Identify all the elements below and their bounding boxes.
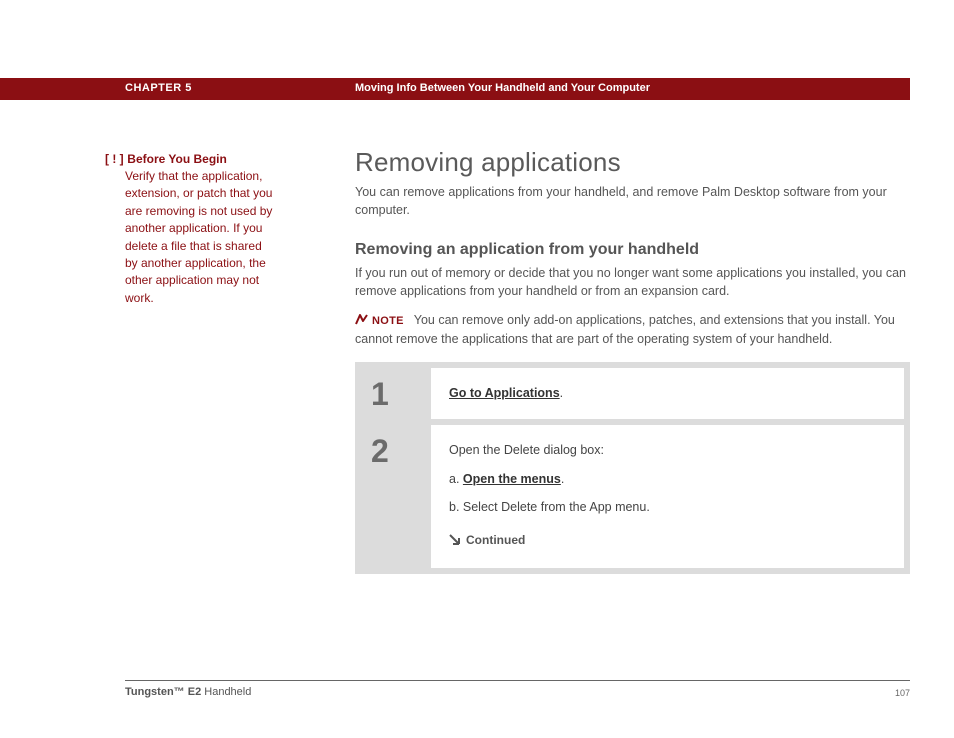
continued-label: Continued bbox=[466, 533, 525, 547]
step-body: Go to Applications. bbox=[431, 368, 904, 419]
step-text-after: . bbox=[560, 386, 563, 400]
footer-product: Tungsten™ E2 Handheld bbox=[125, 686, 251, 698]
note-icon bbox=[355, 313, 368, 331]
continued-arrow-icon bbox=[449, 532, 460, 550]
chapter-title: Moving Info Between Your Handheld and Yo… bbox=[355, 82, 650, 94]
note-text: You can remove only add-on applications,… bbox=[355, 313, 895, 346]
step-row-1: 1 Go to Applications. bbox=[361, 368, 904, 419]
main-content: Removing applications You can remove app… bbox=[355, 147, 910, 574]
substep-prefix: a. bbox=[449, 472, 463, 486]
substep-b: b. Select Delete from the App menu. bbox=[449, 498, 886, 517]
continued-row: Continued bbox=[449, 531, 886, 550]
step-number: 2 bbox=[361, 425, 431, 568]
before-you-begin-box: [ ! ] Before You Begin Verify that the a… bbox=[105, 151, 275, 307]
note-row: NOTEYou can remove only add-on applicati… bbox=[355, 312, 910, 348]
warning-title: Before You Begin bbox=[127, 152, 227, 166]
note-label: NOTE bbox=[372, 315, 404, 327]
warning-icon: [ ! ] bbox=[105, 152, 124, 166]
open-the-menus-link[interactable]: Open the menus bbox=[463, 472, 561, 486]
step-number: 1 bbox=[361, 368, 431, 419]
footer-divider bbox=[125, 680, 910, 681]
step-sublist: a. Open the menus. b. Select Delete from… bbox=[449, 470, 886, 518]
steps-box: 1 Go to Applications. 2 Open the Delete … bbox=[355, 362, 910, 574]
warning-header: [ ! ] Before You Begin bbox=[105, 151, 275, 166]
go-to-applications-link[interactable]: Go to Applications bbox=[449, 386, 560, 400]
warning-body: Verify that the application, extension, … bbox=[105, 168, 275, 307]
section-heading: Removing applications bbox=[355, 147, 910, 178]
chapter-header-bar: CHAPTER 5 Moving Info Between Your Handh… bbox=[0, 78, 910, 100]
footer-product-name: Tungsten™ E2 bbox=[125, 686, 201, 698]
substep-a: a. Open the menus. bbox=[449, 470, 886, 489]
section-intro: You can remove applications from your ha… bbox=[355, 184, 910, 219]
substep-after: . bbox=[561, 472, 564, 486]
step-row-2: 2 Open the Delete dialog box: a. Open th… bbox=[361, 425, 904, 568]
step-lead-text: Open the Delete dialog box: bbox=[449, 441, 886, 460]
page-number: 107 bbox=[895, 688, 910, 698]
footer-product-rest: Handheld bbox=[201, 686, 251, 698]
chapter-label: CHAPTER 5 bbox=[125, 82, 192, 94]
subsection-heading: Removing an application from your handhe… bbox=[355, 241, 910, 259]
step-body: Open the Delete dialog box: a. Open the … bbox=[431, 425, 904, 568]
subsection-intro: If you run out of memory or decide that … bbox=[355, 265, 910, 300]
